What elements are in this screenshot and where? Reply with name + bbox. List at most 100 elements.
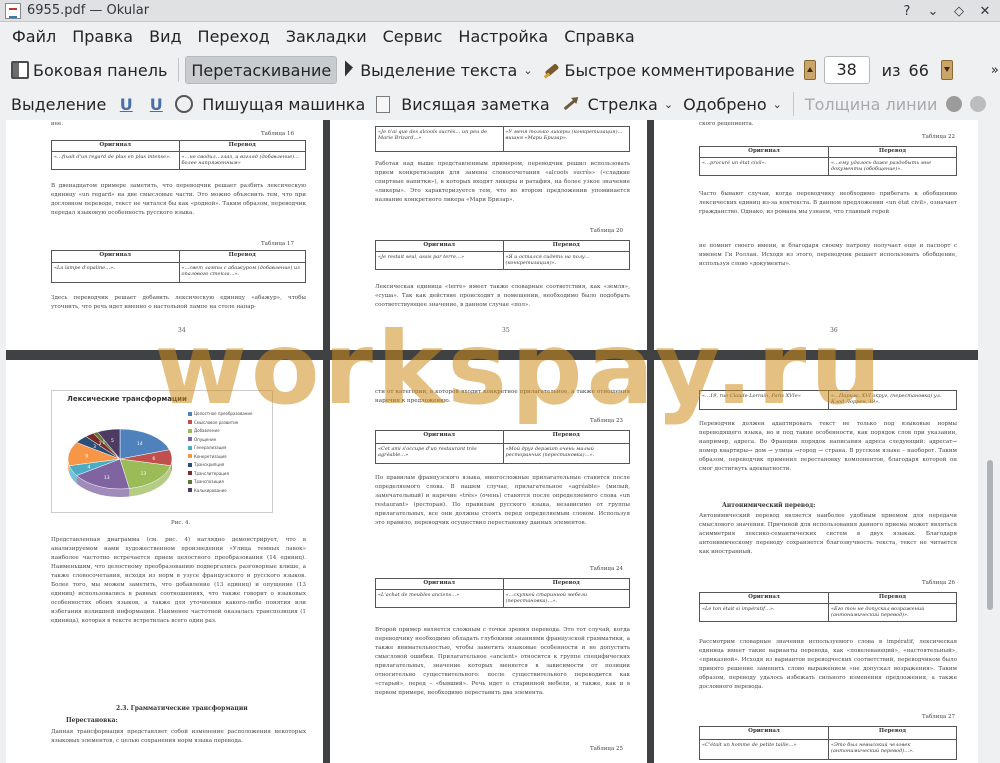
page-text: ского рецепиента. bbox=[699, 121, 754, 127]
page-37: Лексические трансформации 14 6 13 13 4 9 3 2 1 5 … bbox=[6, 360, 323, 763]
pie-data-label: 3 bbox=[93, 444, 96, 450]
arrow-tool-button[interactable]: Стрелка ⌄ bbox=[583, 90, 678, 118]
table-cell: «Le ton était si impératif…». bbox=[702, 605, 775, 612]
stamp-tool-button[interactable]: Одобрено ⌄ bbox=[678, 90, 787, 118]
document-viewport[interactable]: нее. Таблица 16 Оригинал Перевод «…fixai… bbox=[6, 120, 978, 763]
table-header: Оригинал bbox=[700, 593, 828, 604]
page-number-input[interactable]: 38 bbox=[823, 56, 870, 84]
menu-settings[interactable]: Настройка bbox=[450, 22, 556, 52]
chevron-down-icon[interactable]: ⌄ bbox=[523, 64, 532, 77]
legend-label: Генерализация bbox=[194, 445, 227, 450]
legend-label: Целостное преобразование bbox=[194, 411, 253, 416]
table-header: Перевод bbox=[178, 141, 305, 152]
table-cell: «Je restait seul, assis par terre…» bbox=[378, 253, 465, 260]
table-header: Перевод bbox=[502, 431, 629, 444]
toolbar-overflow-icon[interactable]: » bbox=[991, 63, 999, 78]
section-heading: 2.3. Грамматические трансформации bbox=[116, 705, 248, 712]
popup-note-tool-button[interactable]: Висящая заметка bbox=[396, 90, 554, 118]
legend-swatch bbox=[188, 462, 192, 467]
table-header: Оригинал bbox=[376, 431, 503, 444]
menu-tools[interactable]: Сервис bbox=[375, 22, 451, 52]
highlight-tool-button[interactable]: Выделение bbox=[6, 90, 111, 118]
pie-data-label: 2 bbox=[99, 441, 102, 447]
pie-data-label: 4 bbox=[87, 465, 90, 471]
legend-swatch bbox=[188, 479, 192, 484]
legend-swatch bbox=[188, 488, 192, 492]
legend-item: Транскрипция bbox=[188, 462, 224, 467]
minimize-icon[interactable]: ⌄ bbox=[924, 2, 942, 20]
help-icon[interactable]: ? bbox=[898, 2, 916, 20]
table-cell: «Его тон не допускал возражений (антоним… bbox=[828, 603, 956, 621]
scrollbar-thumb[interactable] bbox=[987, 460, 993, 610]
table-caption: Таблица 23 bbox=[590, 418, 623, 424]
table-caption: Таблица 26 bbox=[922, 580, 955, 586]
page-number: 34 bbox=[178, 327, 186, 334]
table-header: Оригинал bbox=[376, 579, 503, 590]
toolbar-separator bbox=[792, 92, 794, 116]
subsection-heading: Перестановка: bbox=[66, 717, 118, 724]
toolbar-separator bbox=[178, 58, 180, 82]
sidebar-label: Боковая панель bbox=[33, 60, 168, 80]
note-icon bbox=[376, 95, 391, 113]
menu-file[interactable]: Файл bbox=[4, 22, 64, 52]
strikeout-icon[interactable] bbox=[175, 95, 194, 113]
window-title: 6955.pdf — Okular bbox=[27, 3, 150, 18]
legend-label: Транслитерация bbox=[194, 470, 229, 476]
sidebar-icon bbox=[11, 61, 29, 79]
table-caption: Таблица 24 bbox=[590, 566, 623, 572]
table-cell: «У меня только ликеры (конкретизация)… в… bbox=[502, 127, 630, 151]
menu-help[interactable]: Справка bbox=[556, 22, 643, 52]
squiggle-underline-icon[interactable]: U bbox=[147, 95, 165, 114]
color-icon[interactable] bbox=[946, 96, 963, 112]
previous-page-icon[interactable] bbox=[803, 60, 816, 80]
underline-icon[interactable]: U bbox=[117, 95, 135, 114]
page-text: нее. bbox=[51, 121, 64, 127]
maximize-icon[interactable]: ◇ bbox=[950, 2, 968, 20]
menu-edit[interactable]: Правка bbox=[64, 22, 141, 52]
legend-item: Калькирование bbox=[188, 488, 227, 493]
vertical-scrollbar[interactable] bbox=[980, 120, 1000, 763]
legend-item: Смысловое развитие bbox=[188, 420, 238, 425]
table-header: Оригинал bbox=[52, 251, 179, 263]
typewriter-tool-button[interactable]: Пишущая машинка bbox=[197, 90, 370, 118]
line-width-label: Толщина линии bbox=[804, 94, 938, 114]
table-20: Оригинал Перевод «Je restait seul, assis… bbox=[375, 240, 630, 270]
table-header: Перевод bbox=[828, 593, 956, 604]
close-icon[interactable]: ✕ bbox=[976, 2, 994, 20]
legend-item: Транслитерация bbox=[188, 471, 229, 476]
table-16: Оригинал Перевод «…fixait d'un regard de… bbox=[51, 140, 306, 170]
quick-annotation-button[interactable]: Быстрое комментирование bbox=[538, 56, 800, 84]
table-26: Оригинал Перевод «Le ton était si impéra… bbox=[699, 592, 957, 622]
arrow-label: Стрелка bbox=[587, 94, 658, 114]
table-cell: «…fixait d'un regard de plus en plus int… bbox=[54, 153, 171, 160]
table-28: «…19, rue Claude-Lorrain, Paris XVIe» «…… bbox=[699, 390, 957, 410]
main-toolbar: Боковая панель Перетаскивание Выделение … bbox=[0, 54, 1000, 86]
pie-data-label: 9 bbox=[85, 454, 88, 460]
table-cell: «…procuré un état civil». bbox=[702, 159, 767, 166]
next-page-icon[interactable] bbox=[940, 60, 953, 80]
chevron-down-icon[interactable]: ⌄ bbox=[664, 98, 673, 111]
line-width-button[interactable]: Толщина линии bbox=[800, 90, 943, 118]
table-22: Оригинал Перевод «…procuré un état civil… bbox=[699, 146, 957, 176]
page-34: нее. Таблица 16 Оригинал Перевод «…fixai… bbox=[6, 120, 323, 350]
sidebar-button[interactable]: Боковая панель bbox=[6, 56, 172, 84]
legend-item: Целостное преобразование bbox=[188, 411, 252, 416]
legend-swatch bbox=[188, 471, 192, 475]
table-24: Оригинал Перевод «L'achat de meubles anc… bbox=[375, 578, 630, 608]
chevron-down-icon[interactable]: ⌄ bbox=[773, 98, 782, 111]
opacity-icon[interactable] bbox=[970, 96, 987, 112]
table-cell: «…не сводил…глаз, и взгляд (добавление)…… bbox=[178, 151, 306, 169]
legend-swatch bbox=[188, 454, 192, 458]
page-of-label: из bbox=[881, 60, 901, 80]
menu-go[interactable]: Переход bbox=[190, 22, 278, 52]
table-caption: Таблица 17 bbox=[261, 241, 294, 247]
table-caption: Таблица 20 bbox=[590, 228, 623, 234]
menu-view[interactable]: Вид bbox=[141, 22, 189, 52]
text-select-tool-button[interactable]: Выделение текста ⌄ bbox=[337, 56, 537, 84]
page-36: ского рецепиента. Таблица 22 Оригинал Пе… bbox=[654, 120, 978, 350]
title-bar: 6955.pdf — Okular ? ⌄ ◇ ✕ bbox=[0, 0, 1000, 22]
browse-tool-button[interactable]: Перетаскивание bbox=[185, 56, 338, 84]
table-header: Перевод bbox=[828, 147, 956, 158]
menu-bookmarks[interactable]: Закладки bbox=[278, 22, 375, 52]
page-number: 35 bbox=[502, 327, 510, 334]
